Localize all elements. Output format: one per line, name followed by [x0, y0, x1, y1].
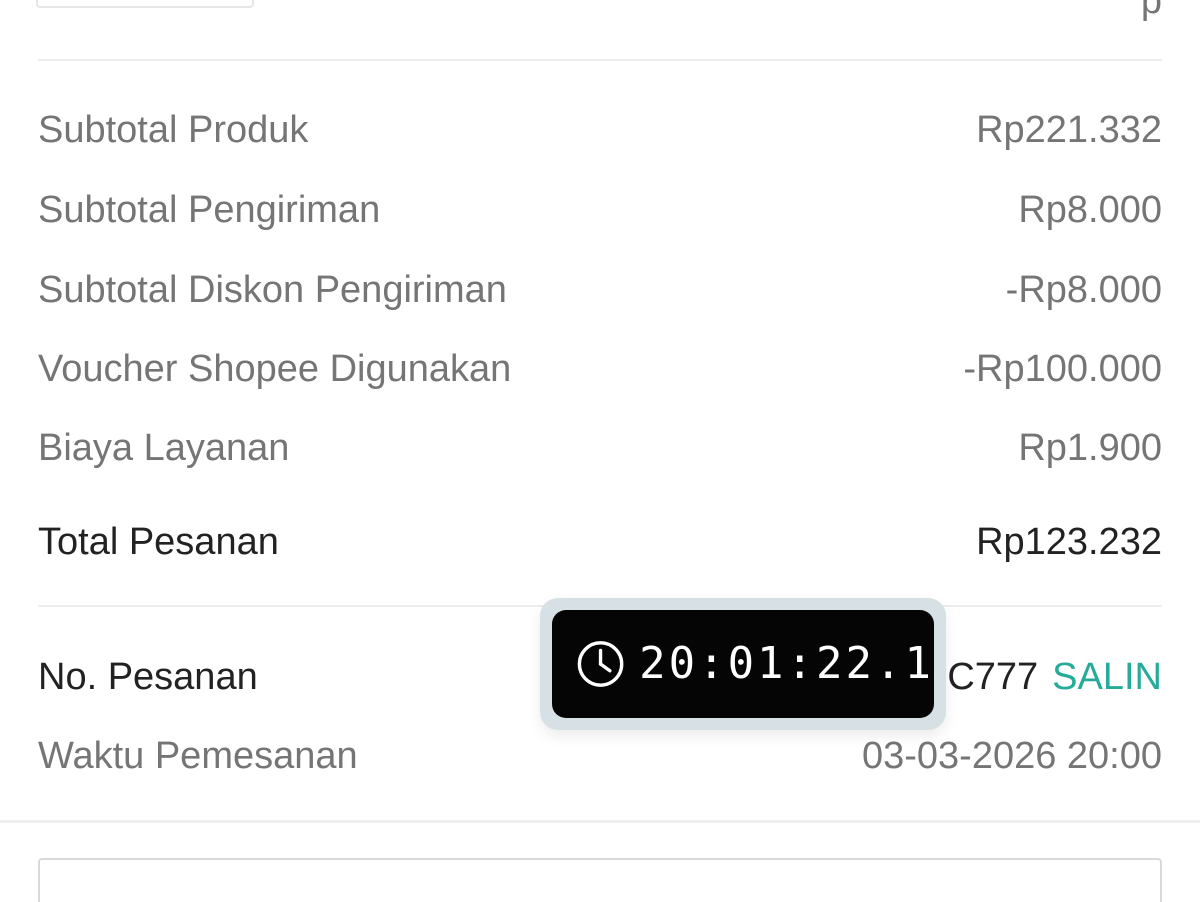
shopee-voucher-label: Voucher Shopee Digunakan — [38, 347, 512, 390]
subtotal-product-row: Subtotal Produk Rp221.332 — [38, 106, 1162, 154]
order-summary-page: p Subtotal Produk Rp221.332 Subtotal Pen… — [0, 0, 1200, 902]
subtotal-product-label: Subtotal Produk — [38, 108, 309, 151]
order-time-label: Waktu Pemesanan — [38, 734, 358, 777]
shipping-subtotal-label: Subtotal Pengiriman — [38, 188, 381, 231]
shipping-discount-row: Subtotal Diskon Pengiriman -Rp8.000 — [38, 266, 1162, 314]
order-total-value: Rp123.232 — [976, 520, 1162, 563]
top-control-box[interactable] — [36, 0, 254, 8]
copy-order-number-button[interactable]: SALIN — [1052, 656, 1162, 699]
section-divider — [0, 820, 1200, 823]
service-fee-value: Rp1.900 — [1018, 426, 1162, 469]
order-number-visible-fragment: C777 — [947, 655, 1039, 698]
clock-overlay: 20:01:22.1 — [540, 598, 946, 730]
order-number-label: No. Pesanan — [38, 655, 258, 698]
clock-icon — [577, 641, 624, 687]
shipping-discount-value: -Rp8.000 — [1005, 268, 1162, 311]
service-fee-row: Biaya Layanan Rp1.900 — [38, 424, 1162, 472]
shipping-discount-label: Subtotal Diskon Pengiriman — [38, 268, 507, 311]
order-time-row: Waktu Pemesanan 03-03-2026 20:00 — [38, 732, 1162, 780]
shopee-voucher-value: -Rp100.000 — [963, 347, 1162, 390]
shipping-subtotal-value: Rp8.000 — [1018, 188, 1162, 231]
service-fee-label: Biaya Layanan — [38, 426, 290, 469]
top-divider — [38, 59, 1162, 61]
order-total-label: Total Pesanan — [38, 520, 279, 563]
clock-overlay-content: 20:01:22.1 — [552, 610, 934, 718]
order-total-row: Total Pesanan Rp123.232 — [38, 518, 1162, 566]
order-number-value-group: C777 SALIN — [947, 656, 1162, 699]
bottom-action-button[interactable] — [38, 858, 1162, 902]
subtotal-product-value: Rp221.332 — [976, 108, 1162, 151]
shopee-voucher-row: Voucher Shopee Digunakan -Rp100.000 — [38, 345, 1162, 393]
shipping-subtotal-row: Subtotal Pengiriman Rp8.000 — [38, 186, 1162, 234]
order-time-value: 03-03-2026 20:00 — [861, 734, 1162, 777]
clock-time: 20:01:22.1 — [639, 638, 934, 689]
top-right-text-fragment: p — [1140, 0, 1162, 22]
